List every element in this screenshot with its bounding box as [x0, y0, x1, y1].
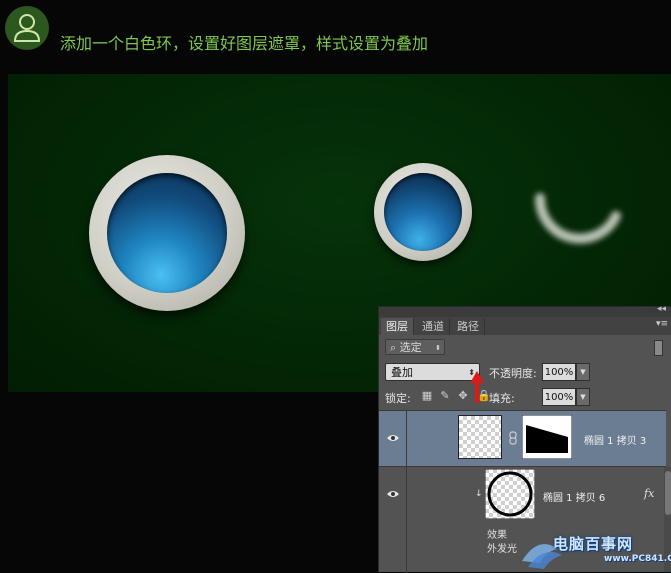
- watermark-url: www.PC841.COM: [604, 554, 671, 564]
- lock-transparent-icon[interactable]: ▦: [421, 390, 433, 402]
- filter-toggle-switch[interactable]: [654, 340, 663, 356]
- lock-image-brush-icon[interactable]: ✎: [439, 390, 451, 402]
- watermark-brand: 电脑百事网: [553, 535, 634, 553]
- fx-icon[interactable]: fx: [644, 487, 654, 500]
- panel-tabbar: 图层 通道 路径 ▾≡: [379, 317, 671, 335]
- layer-name[interactable]: 椭圆 1 拷贝 6: [543, 489, 605, 504]
- layer-mask-thumbnail[interactable]: [522, 415, 572, 459]
- blend-row: 叠加 ⬍ 不透明度: 100% ▼: [385, 363, 667, 383]
- small-button-preview: [374, 163, 472, 261]
- white-ring-effect: [534, 193, 621, 244]
- blend-mode-select[interactable]: 叠加 ⬍: [385, 363, 480, 381]
- layer-filter-row: ⌕ 选定 ⬍: [385, 339, 665, 357]
- user-icon: [13, 14, 41, 42]
- fill-label: 填充:: [489, 392, 515, 405]
- clipping-mask-arrow-icon: ↓: [475, 489, 483, 499]
- blend-mode-value: 叠加: [391, 366, 413, 379]
- page-title: 添加一个白色环，设置好图层遮罩，样式设置为叠加: [60, 34, 429, 53]
- filter-type-value: 选定: [399, 341, 422, 354]
- header-avatar: [5, 6, 49, 50]
- layer-thumbnail[interactable]: [485, 469, 535, 519]
- scrollbar-thumb[interactable]: [665, 471, 671, 515]
- tab-paths[interactable]: 路径: [452, 318, 485, 335]
- lock-row: 锁定: ▦ ✎ ✥ 🔒 填充: 100% ▼: [385, 387, 667, 407]
- opacity-label: 不透明度:: [489, 367, 537, 380]
- collapse-icon[interactable]: ◂◂: [657, 304, 666, 314]
- panel-title-bar[interactable]: ◂◂: [379, 304, 671, 317]
- layer-row-ellipse-copy-3[interactable]: 椭圆 1 拷贝 3: [379, 410, 666, 466]
- eye-icon[interactable]: [386, 433, 400, 443]
- red-arrow-annotation-icon: [470, 371, 484, 403]
- effects-label[interactable]: 效果: [487, 526, 507, 541]
- fill-input[interactable]: 100%: [542, 388, 576, 406]
- visibility-cell: [379, 467, 407, 573]
- link-chain-icon[interactable]: [509, 431, 517, 445]
- opacity-slider-button[interactable]: ▼: [576, 363, 590, 381]
- filter-type-select[interactable]: ⌕ 选定 ⬍: [385, 339, 445, 355]
- tab-channels[interactable]: 通道: [417, 318, 450, 335]
- lock-label: 锁定:: [385, 392, 411, 405]
- visibility-cell: [379, 411, 407, 466]
- chevron-updown-icon: ⬍: [435, 344, 441, 352]
- layer-thumbnail[interactable]: [458, 415, 502, 459]
- search-icon: ⌕: [390, 341, 397, 354]
- opacity-input[interactable]: 100%: [542, 363, 576, 381]
- eye-icon[interactable]: [386, 489, 400, 499]
- small-button-inner: [384, 173, 462, 251]
- layer-name[interactable]: 椭圆 1 拷贝 3: [584, 432, 646, 447]
- fill-slider-button[interactable]: ▼: [576, 388, 590, 406]
- tab-layers[interactable]: 图层: [381, 318, 414, 335]
- large-button-inner: [107, 173, 227, 293]
- large-button-preview: [89, 155, 245, 311]
- panel-menu-icon[interactable]: ▾≡: [656, 319, 668, 329]
- effect-outer-glow[interactable]: 外发光: [487, 540, 517, 555]
